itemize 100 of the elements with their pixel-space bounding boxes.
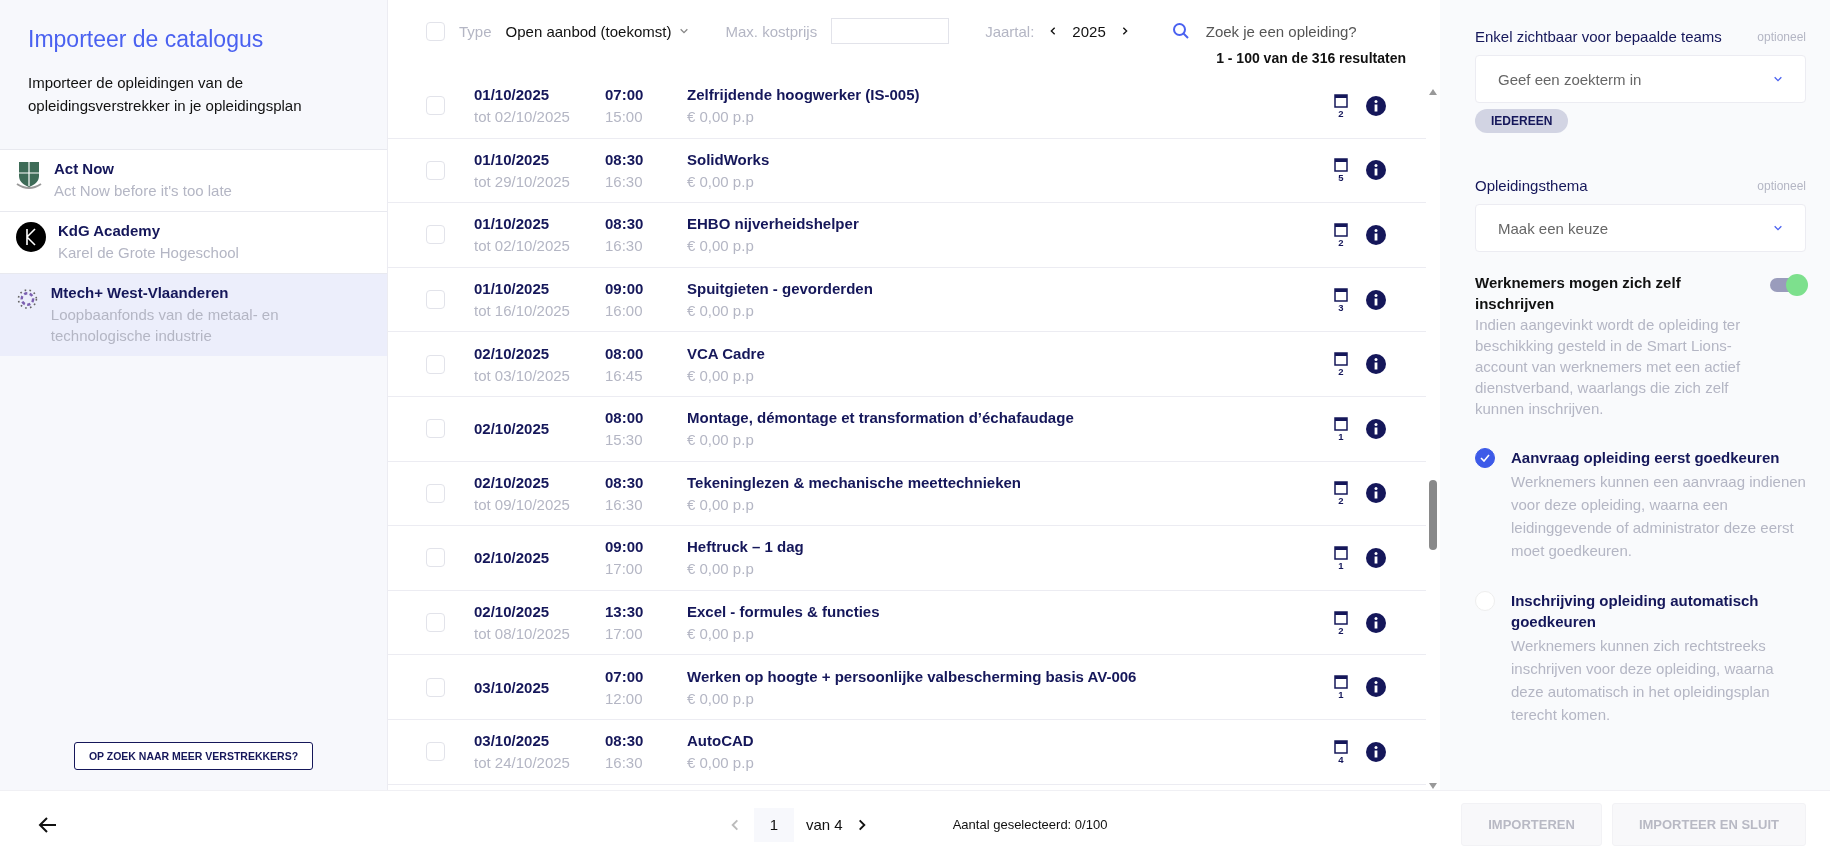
page-total: van 4 — [806, 816, 843, 833]
provider-item[interactable]: Mtech+ West-Vlaanderen Loopbaanfonds van de metaal- en technologische industrie — [0, 273, 387, 356]
provider-subtitle: Act Now before it's too late — [54, 181, 232, 201]
start-date: 03/10/2025 — [474, 678, 551, 696]
start-time: 07:00 — [605, 667, 645, 685]
team-chip[interactable]: IEDEREEN — [1475, 109, 1569, 133]
start-date: 01/10/2025 — [474, 280, 551, 298]
course-title: Montage, démontage et transformation d’échafaudage — [687, 409, 1075, 427]
results-count: 1 - 100 van de 316 resultaten — [1216, 49, 1406, 68]
row-checkbox[interactable] — [426, 96, 445, 116]
course-price: € 0,00 p.p — [687, 172, 755, 190]
end-time: 12:00 — [605, 689, 644, 707]
info-icon[interactable] — [1366, 354, 1386, 375]
row-checkbox[interactable] — [426, 160, 445, 180]
course-title: Excel - formules & functies — [687, 603, 881, 621]
session-count: 2 — [1338, 624, 1344, 636]
start-date: 01/10/2025 — [474, 86, 551, 104]
cost-input-field[interactable] — [831, 18, 950, 44]
calendar-icon[interactable] — [1334, 157, 1348, 173]
calendar-icon[interactable] — [1334, 738, 1348, 754]
info-icon[interactable] — [1366, 741, 1386, 762]
row-checkbox[interactable] — [426, 742, 445, 762]
info-icon[interactable] — [1366, 289, 1386, 310]
search-icon — [1171, 22, 1190, 40]
page-number[interactable]: 1 — [754, 807, 794, 842]
course-price: € 0,00 p.p — [687, 302, 755, 320]
calendar-icon[interactable] — [1334, 674, 1348, 690]
start-date: 03/10/2025 — [474, 732, 551, 750]
calendar-icon[interactable] — [1334, 544, 1348, 560]
start-date: 01/10/2025 — [474, 215, 551, 233]
provider-item[interactable]: Act Now Act Now before it's too late — [0, 149, 387, 211]
info-icon[interactable] — [1366, 483, 1386, 504]
teams-label: Enkel zichtbaar voor bepaalde teams — [1475, 28, 1722, 45]
option-description: Werknemers kunnen zich rechtstreeks inschrijven voor deze opleiding, waarna deze automatisch in het opleidingsplan terecht komen. — [1511, 636, 1775, 725]
calendar-icon[interactable] — [1334, 415, 1348, 431]
session-count: 2 — [1338, 107, 1344, 119]
chevron-down-icon — [1773, 74, 1783, 84]
calendar-icon[interactable] — [1334, 480, 1348, 496]
start-time: 09:00 — [605, 280, 645, 298]
provider-item[interactable]: KdG Academy Karel de Grote Hogeschool — [0, 211, 387, 273]
info-icon[interactable] — [1366, 418, 1386, 439]
panel-title: Importeer de catalogus — [28, 26, 265, 53]
start-date: 02/10/2025 — [474, 549, 551, 567]
select-all-checkbox[interactable] — [426, 21, 445, 41]
start-date: 02/10/2025 — [474, 420, 551, 438]
calendar-icon[interactable] — [1334, 222, 1348, 237]
info-icon[interactable] — [1366, 95, 1386, 116]
option-title: Aanvraag opleiding eerst goedkeuren — [1511, 449, 1780, 466]
session-count: 2 — [1338, 237, 1344, 248]
scroll-up-icon[interactable] — [1428, 88, 1438, 96]
info-icon[interactable] — [1366, 547, 1386, 568]
scrollbar-thumb[interactable] — [1429, 480, 1437, 550]
start-time: 08:30 — [605, 732, 645, 750]
chevron-down-icon — [679, 26, 690, 36]
info-icon[interactable] — [1366, 677, 1386, 698]
calendar-icon[interactable] — [1334, 609, 1348, 625]
course-title: VCA Cadre — [687, 344, 766, 362]
session-count: 5 — [1338, 172, 1344, 184]
row-checkbox[interactable] — [426, 548, 445, 568]
more-providers-button[interactable]: OP ZOEK NAAR MEER VERSTREKKERS? — [73, 742, 314, 770]
session-count: 2 — [1338, 495, 1344, 507]
session-count: 4 — [1338, 753, 1344, 765]
end-date: tot 02/10/2025 — [474, 108, 571, 126]
course-title: Heftruck – 1 dag — [687, 538, 805, 556]
row-checkbox[interactable] — [426, 613, 445, 633]
row-checkbox[interactable] — [426, 483, 445, 503]
optional-label: optioneel — [1757, 178, 1806, 193]
year-label: Jaartal: — [985, 22, 1035, 40]
row-checkbox[interactable] — [426, 354, 445, 374]
end-date: tot 03/10/2025 — [474, 366, 571, 384]
theme-dropdown[interactable]: Maak een keuze — [1475, 204, 1806, 252]
session-count: 1 — [1338, 559, 1344, 571]
end-time: 17:00 — [605, 560, 644, 578]
row-checkbox[interactable] — [426, 419, 445, 439]
end-time: 15:00 — [605, 108, 644, 126]
start-time: 08:30 — [605, 215, 645, 233]
info-icon[interactable] — [1366, 612, 1386, 633]
type-dropdown[interactable]: Open aanbod (toekomst) — [505, 22, 690, 40]
row-checkbox[interactable] — [426, 290, 445, 310]
info-icon[interactable] — [1366, 160, 1386, 181]
start-time: 09:00 — [605, 538, 645, 556]
end-time: 16:30 — [605, 495, 644, 513]
letter-k-logo — [16, 222, 46, 252]
calendar-icon[interactable] — [1334, 92, 1348, 108]
self-enroll-title: Werknemers mogen zich zelf inschrijven — [1475, 273, 1682, 314]
option-description: Werknemers kunnen een aanvraag indienen voor deze opleiding, waarna een leidinggevende of administrator deze eerst moet goedkeuren. — [1511, 472, 1806, 561]
calendar-icon[interactable] — [1334, 351, 1348, 367]
approval-radio[interactable] — [1475, 448, 1495, 468]
info-icon[interactable] — [1366, 225, 1386, 245]
calendar-icon[interactable] — [1334, 286, 1348, 302]
provider-name: Act Now — [54, 160, 115, 177]
course-title: AutoCAD — [687, 732, 755, 750]
session-count: 2 — [1338, 366, 1344, 378]
teams-dropdown[interactable]: Geef een zoekterm in — [1475, 55, 1806, 103]
provider-name: Mtech+ West-Vlaanderen — [50, 284, 230, 301]
session-count: 3 — [1338, 301, 1344, 313]
course-price: € 0,00 p.p — [687, 625, 755, 643]
row-checkbox[interactable] — [426, 225, 445, 245]
end-time: 16:30 — [605, 172, 644, 190]
row-checkbox[interactable] — [426, 677, 445, 697]
